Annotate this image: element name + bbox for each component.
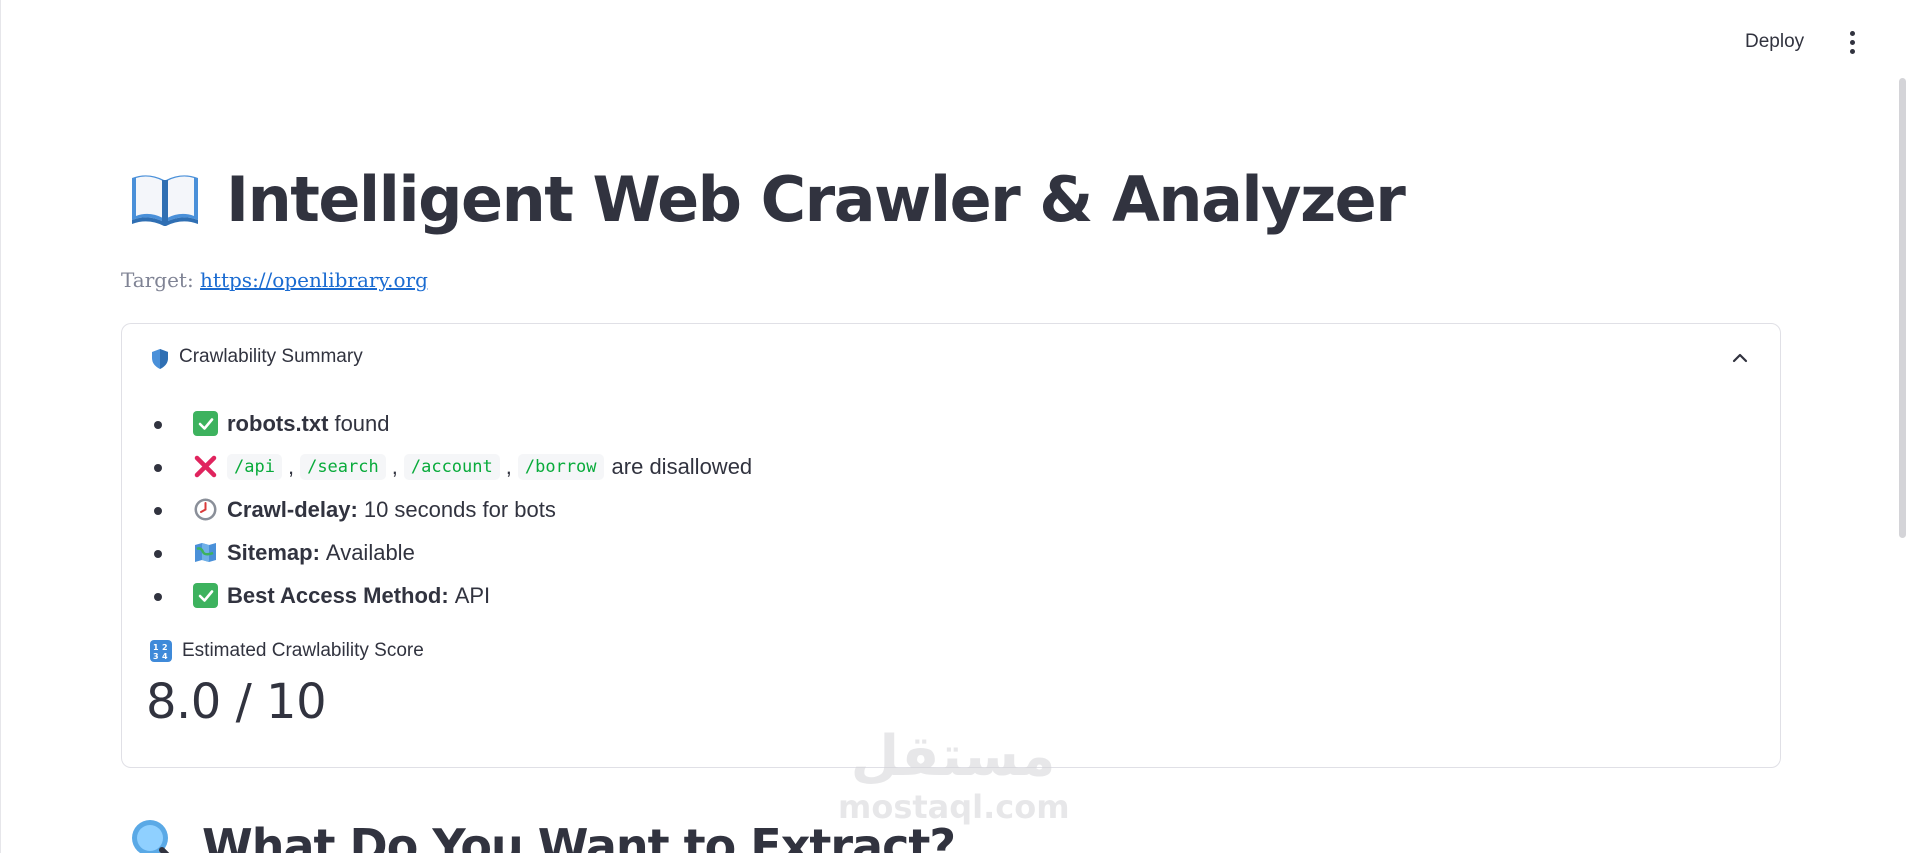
target-line: Target: https://openlibrary.org: [121, 268, 428, 292]
open-book-icon: [130, 168, 200, 232]
section-heading-row: What Do You Want to Extract?: [130, 818, 956, 853]
metric-label: Estimated Crawlability Score: [182, 640, 424, 661]
deploy-button[interactable]: Deploy: [1735, 26, 1814, 58]
crawlability-summary-expander: Crawlability Summary robots.txt found /a…: [121, 323, 1781, 768]
target-url-link[interactable]: https://openlibrary.org: [200, 268, 428, 292]
expander-label: Crawlability Summary: [179, 346, 363, 367]
target-label: Target:: [121, 268, 194, 292]
kebab-vertical-icon: [1849, 30, 1855, 36]
metric-label-row: 1 2 3 4 Estimated Crawlability Score: [150, 640, 424, 662]
code-path-api: /api: [227, 453, 282, 480]
shield-icon: [152, 349, 168, 369]
svg-text:2: 2: [162, 643, 168, 652]
svg-text:3: 3: [153, 652, 159, 661]
cross-mark-icon: [193, 454, 218, 479]
check-mark-icon: [193, 583, 218, 608]
code-path-account: /account: [403, 453, 500, 480]
app-header: Deploy: [0, 0, 1906, 80]
page-title: Intelligent Web Crawler & Analyzer: [226, 163, 1406, 236]
clock-icon: [193, 497, 218, 522]
numbers-icon: 1 2 3 4: [150, 640, 172, 662]
scrollbar-thumb[interactable]: [1899, 78, 1906, 538]
magnifier-icon: [132, 820, 170, 853]
svg-text:4: 4: [162, 652, 168, 661]
app-page: Deploy Intelligent Web Crawler & Analyze…: [0, 0, 1906, 853]
map-icon: [193, 540, 218, 565]
page-title-row: Intelligent Web Crawler & Analyzer: [130, 160, 1406, 240]
expander-header[interactable]: Crawlability Summary: [122, 324, 1780, 394]
main-menu-button[interactable]: [1838, 26, 1866, 58]
code-path-search: /search: [300, 453, 386, 480]
section-title: What Do You Want to Extract?: [202, 819, 956, 853]
code-path-borrow: /borrow: [517, 453, 604, 480]
svg-text:1: 1: [153, 643, 159, 652]
left-border: [0, 0, 1, 853]
check-mark-icon: [193, 411, 218, 436]
metric-value: 8.0 / 10: [146, 674, 327, 730]
chevron-up-icon: [1732, 353, 1748, 363]
